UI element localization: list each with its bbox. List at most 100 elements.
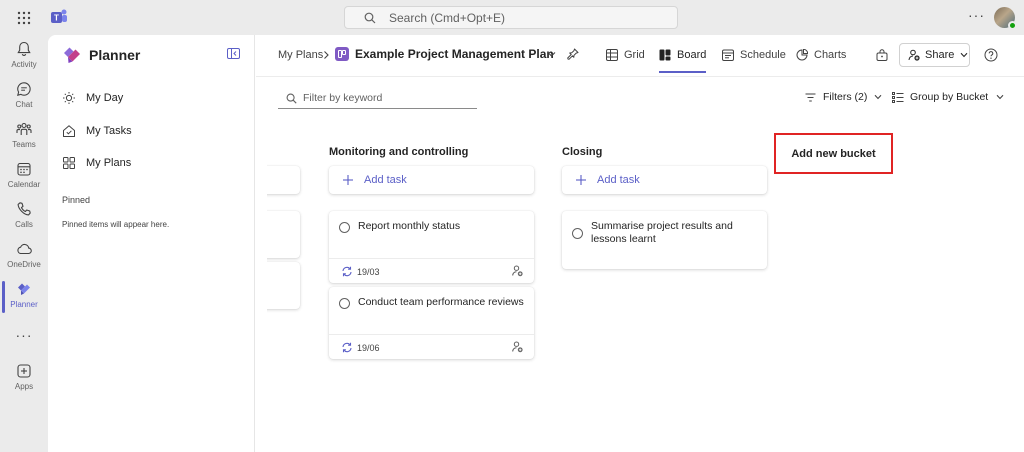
rail-item-apps[interactable]: Apps [0,363,48,401]
main-panel: Planner My Day My Tasks My Plans Pinned … [48,35,1024,452]
rail-item-chat[interactable]: Chat [0,81,48,119]
search-icon [286,93,297,104]
chart-icon [796,49,808,61]
previous-bucket-task-card[interactable] [267,262,300,309]
assign-person-icon[interactable] [512,265,523,277]
nav-item-my-tasks[interactable]: My Tasks [62,121,132,141]
search-placeholder: Search (Cmd+Opt+E) [389,10,506,25]
nav-item-label: My Plans [86,157,132,169]
planner-logo-icon [64,47,80,63]
filters-label: Filters (2) [823,91,868,103]
app-launcher-icon[interactable] [16,10,32,26]
nav-item-label: My Tasks [86,125,132,137]
planner-sidenav: Planner My Day My Tasks My Plans Pinned … [48,35,255,452]
filter-icon [805,93,816,101]
sun-icon [63,92,75,104]
teams-icon [16,122,32,135]
pin-icon[interactable] [567,48,579,60]
bag-icon[interactable] [876,49,888,61]
rail-item-calls[interactable]: Calls [0,201,48,239]
tab-schedule[interactable]: Schedule [722,47,786,63]
nav-item-my-day[interactable]: My Day [62,88,123,108]
complete-task-checkbox[interactable] [339,222,350,233]
help-icon[interactable] [984,48,998,62]
add-task-label: Add task [364,174,407,186]
table-icon [606,49,618,61]
complete-task-checkbox[interactable] [339,298,350,309]
tab-charts[interactable]: Charts [796,47,846,63]
bell-icon [17,41,31,56]
task-card[interactable]: Conduct team performance reviews 19/06 [329,287,534,359]
plan-board-icon [338,50,346,58]
tab-label: Board [677,49,707,61]
add-task-button[interactable]: Add task [562,166,767,194]
collapse-pane-icon[interactable] [227,48,240,59]
tab-grid[interactable]: Grid [606,47,645,63]
chevron-down-icon[interactable] [547,51,556,58]
bucket-title[interactable]: Monitoring and controlling [329,146,468,158]
rail-label: Chat [15,100,33,109]
chevron-down-icon [874,94,882,100]
search-icon [364,12,376,23]
add-apps-icon [17,364,31,378]
rail-label: Calendar [7,180,41,189]
plus-icon [343,175,353,185]
calendar-icon [17,162,31,176]
app-rail: Activity Chat Teams Calendar Calls OneDr… [0,35,48,452]
add-person-icon [908,49,920,61]
tab-label: Grid [624,49,645,61]
app-name: Planner [89,47,141,63]
group-by-label: Group by Bucket [910,91,989,103]
rail-item-activity[interactable]: Activity [0,41,48,79]
chat-icon [17,82,31,96]
complete-task-checkbox[interactable] [572,228,583,239]
rail-label: Planner [10,300,38,309]
task-footer: 19/06 [329,334,534,359]
teams-logo-icon: T [51,9,67,23]
chevron-down-icon [960,52,968,58]
planner-icon [18,283,30,295]
previous-bucket-add-task[interactable] [267,166,300,194]
more-apps-icon[interactable]: ··· [0,327,48,343]
calendar-icon [722,49,734,61]
nav-item-label: My Day [86,92,124,104]
rail-item-calendar[interactable]: Calendar [0,161,48,199]
more-options-icon[interactable]: ··· [968,7,985,23]
task-due-date: 19/06 [357,343,380,353]
share-label: Share [925,49,955,61]
tab-board[interactable]: Board [659,47,707,73]
rail-label: Teams [12,140,36,149]
phone-icon [17,202,31,216]
filters-button[interactable]: Filters (2) [805,91,882,103]
add-new-bucket-button[interactable]: Add new bucket [774,133,893,174]
task-title: Conduct team performance reviews [358,296,524,308]
nav-item-my-plans[interactable]: My Plans [62,153,131,173]
share-button[interactable]: Share [899,43,970,67]
rail-item-onedrive[interactable]: OneDrive [0,241,48,279]
plan-header: My Plans Example Project Management Plan… [256,35,1024,77]
rail-label: OneDrive [7,260,41,269]
plan-title[interactable]: Example Project Management Plan [355,47,554,61]
add-task-button[interactable]: Add task [329,166,534,194]
bucket-title[interactable]: Closing [562,146,602,158]
task-card[interactable]: Summarise project results and lessons le… [562,211,767,269]
rail-label: Apps [14,382,34,391]
board: Monitoring and controlling Add task Repo… [267,121,1024,452]
recurring-icon [342,266,352,277]
filter-keyword-input[interactable]: Filter by keyword [278,88,477,109]
assign-person-icon[interactable] [512,341,523,353]
svg-text:T: T [54,14,59,23]
task-due-date: 19/03 [357,267,380,277]
task-footer: 19/03 [329,258,534,283]
search-box[interactable]: Search (Cmd+Opt+E) [344,6,678,29]
group-by-button[interactable]: Group by Bucket [892,91,1004,103]
chevron-right-icon [324,51,329,59]
previous-bucket-task-card[interactable] [267,211,300,258]
home-check-icon [63,125,75,137]
rail-item-teams[interactable]: Teams [0,121,48,159]
breadcrumb-my-plans[interactable]: My Plans [278,49,323,61]
avatar[interactable] [994,7,1017,30]
task-card[interactable]: Report monthly status 19/03 [329,211,534,283]
rail-item-planner[interactable]: Planner [0,281,48,319]
grid-icon [63,157,75,169]
